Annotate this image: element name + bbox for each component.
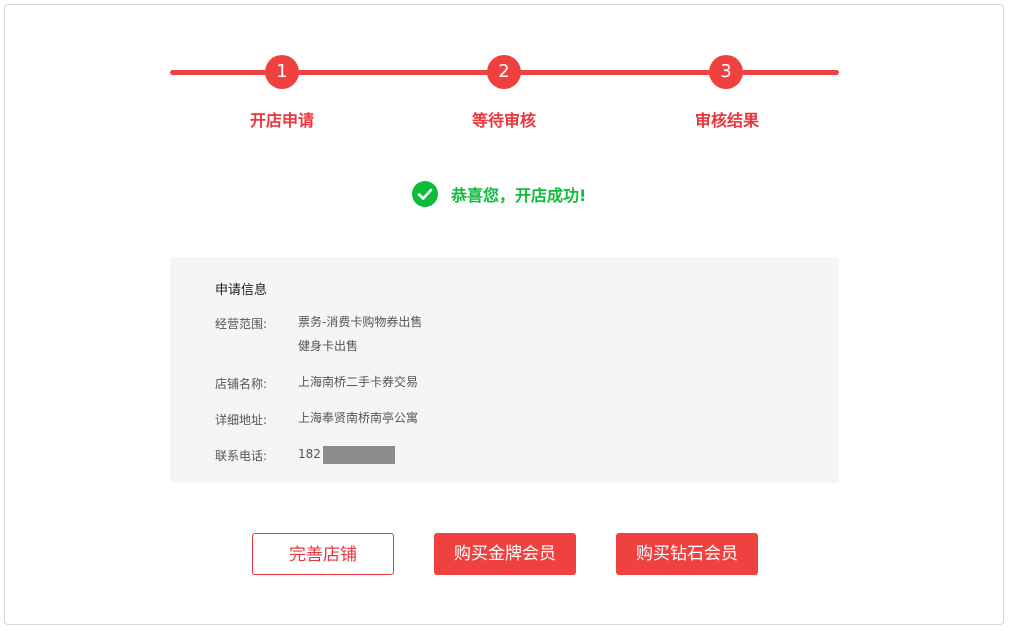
business-scope-label: 经营范围: — [215, 317, 268, 331]
step-1-circle: 1 — [265, 55, 299, 89]
step-1-label: 开店申请 — [249, 111, 314, 130]
address-label: 详细地址: — [215, 413, 268, 427]
business-scope-line: 健身卡出售 — [298, 339, 359, 353]
business-scope-value: 票务-消费卡购物券出售 健身卡出售 — [298, 310, 422, 358]
info-title: 申请信息 — [215, 283, 268, 298]
step-2-label: 等待审核 — [471, 111, 536, 130]
application-info-panel: 申请信息 经营范围: 票务-消费卡购物券出售 健身卡出售 店铺名称: 上海南桥二… — [170, 257, 839, 483]
success-text: 恭喜您，开店成功! — [451, 186, 587, 205]
check-circle-icon — [412, 181, 438, 207]
buy-diamond-member-button[interactable]: 购买钻石会员 — [616, 533, 758, 575]
phone-number: 182 — [298, 447, 321, 461]
success-message: 恭喜您，开店成功! — [412, 181, 586, 207]
phone-label: 联系电话: — [215, 449, 268, 463]
address-value: 上海奉贤南桥南亭公寓 — [298, 411, 419, 425]
step-3-label: 审核结果 — [694, 111, 759, 130]
shop-name-value: 上海南桥二手卡券交易 — [298, 375, 419, 389]
complete-shop-button[interactable]: 完善店铺 — [252, 533, 394, 575]
redacted-block — [322, 445, 395, 464]
buy-gold-member-button[interactable]: 购买金牌会员 — [434, 533, 576, 575]
step-2-circle: 2 — [487, 55, 521, 89]
business-scope-line: 票务-消费卡购物券出售 — [298, 315, 423, 329]
phone-value: 182 — [298, 442, 395, 466]
step-3-circle: 3 — [709, 55, 743, 89]
shop-name-label: 店铺名称: — [215, 377, 268, 391]
